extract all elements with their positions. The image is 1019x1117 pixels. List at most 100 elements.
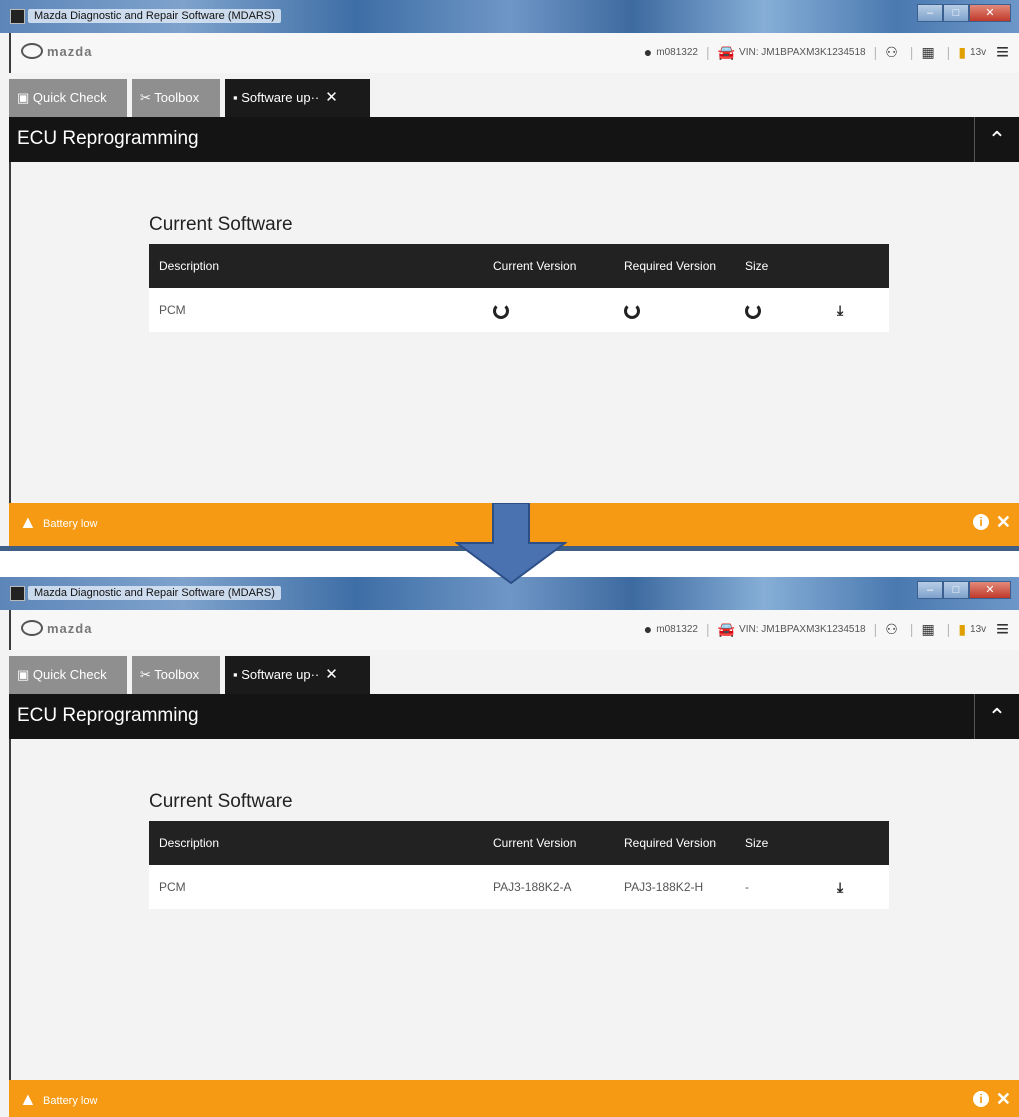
download-icon[interactable]: ⤓ (837, 865, 843, 909)
col-description: Description (159, 259, 220, 273)
screenshot-before: Mazda Diagnostic and Repair Software (MD… (0, 0, 1019, 551)
vci-icon[interactable]: ▦ (921, 44, 934, 61)
window-controls: – □ ✕ (917, 581, 1011, 599)
table-header: Description Current Version Required Ver… (149, 244, 889, 288)
connection-icon[interactable]: ⚇ (885, 44, 898, 61)
table-row: PCM PAJ3-188K2-A PAJ3-188K2-H - ⤓ (149, 865, 889, 909)
vin-text: VIN: JM1BPAXM3K1234518 (739, 46, 866, 58)
screenshot-after: Mazda Diagnostic and Repair Software (MD… (0, 577, 1019, 1117)
info-icon[interactable]: i (973, 514, 989, 530)
logo-text: mazda (47, 43, 93, 59)
voltage-text: 13v (970, 623, 987, 635)
main-content: Current Software Description Current Ver… (9, 739, 1019, 1080)
tab-label: Software up·· (241, 667, 320, 682)
hamburger-icon[interactable]: ≡ (996, 41, 1009, 63)
tab-bar: ▣ Quick Check ✂ Toolbox ▪ Software up·· ✕ (9, 650, 1019, 694)
row-required-version: PAJ3-188K2-H (624, 880, 704, 894)
window-titlebar: Mazda Diagnostic and Repair Software (MD… (0, 0, 1019, 33)
tab-label: Toolbox (154, 667, 200, 682)
col-size: Size (745, 259, 769, 273)
battery-icon: ▮ (958, 43, 967, 60)
maximize-button[interactable]: □ (943, 581, 969, 599)
divider: | (909, 44, 914, 60)
main-content: Current Software Description Current Ver… (9, 162, 1019, 503)
col-description: Description (159, 836, 220, 850)
page-title: ECU Reprogramming (17, 128, 199, 149)
divider: | (909, 621, 914, 637)
vci-icon[interactable]: ▦ (921, 621, 934, 638)
window-title: Mazda Diagnostic and Repair Software (MD… (28, 9, 281, 23)
tab-label: Toolbox (154, 90, 200, 105)
tab-software-update[interactable]: ▪ Software up·· ✕ (225, 656, 370, 694)
section-header: ECU Reprogramming ⌃ (9, 694, 1019, 739)
vin-text: VIN: JM1BPAXM3K1234518 (739, 623, 866, 635)
connection-icon[interactable]: ⚇ (885, 621, 898, 638)
app-icon (10, 9, 25, 24)
software-table: Description Current Version Required Ver… (149, 821, 889, 909)
download-icon[interactable]: ⤓ (837, 288, 843, 332)
divider: | (946, 621, 951, 637)
close-window-button[interactable]: ✕ (969, 4, 1011, 22)
tab-quick-check[interactable]: ▣ Quick Check (9, 656, 127, 694)
divider: | (705, 621, 710, 637)
col-required-version: Required Version (624, 259, 717, 273)
software-table: Description Current Version Required Ver… (149, 244, 889, 332)
table-row: PCM ⤓ (149, 288, 889, 332)
row-description: PCM (159, 880, 186, 894)
row-current-version: PAJ3-188K2-A (493, 880, 572, 894)
warning-icon: ▲ (19, 1089, 37, 1109)
tab-bar: ▣ Quick Check ✂ Toolbox ▪ Software up·· ✕ (9, 73, 1019, 117)
car-icon: 🚘 (717, 43, 736, 60)
col-size: Size (745, 836, 769, 850)
divider: | (873, 621, 878, 637)
col-current-version: Current Version (493, 259, 577, 273)
header-status: ● m081322 | 🚘 VIN: JM1BPAXM3K1234518 | ⚇… (644, 41, 1009, 63)
dismiss-icon[interactable]: ✕ (996, 1089, 1011, 1110)
tab-quick-check[interactable]: ▣ Quick Check (9, 79, 127, 117)
mazda-emblem-icon (21, 43, 43, 59)
table-header: Description Current Version Required Ver… (149, 821, 889, 865)
hamburger-icon[interactable]: ≡ (996, 618, 1009, 640)
user-id: m081322 (656, 46, 698, 58)
divider: | (873, 44, 878, 60)
info-icon[interactable]: i (973, 1091, 989, 1107)
section-header: ECU Reprogramming ⌃ (9, 117, 1019, 162)
current-software-title: Current Software (149, 791, 293, 812)
tab-toolbox[interactable]: ✂ Toolbox (132, 79, 220, 117)
divider: | (946, 44, 951, 60)
collapse-chevron-icon[interactable]: ⌃ (974, 117, 1019, 162)
window-controls: – □ ✕ (917, 4, 1011, 22)
tab-software-update[interactable]: ▪ Software up·· ✕ (225, 79, 370, 117)
divider: | (705, 44, 710, 60)
loading-spinner-icon (624, 288, 640, 332)
voltage-text: 13v (970, 46, 987, 58)
app-header: mazda ● m081322 | 🚘 VIN: JM1BPAXM3K12345… (9, 610, 1019, 650)
header-status: ● m081322 | 🚘 VIN: JM1BPAXM3K1234518 | ⚇… (643, 618, 1009, 640)
loading-spinner-icon (745, 288, 761, 332)
user-icon: ● (643, 621, 653, 637)
dismiss-icon[interactable]: ✕ (996, 512, 1011, 533)
minimize-button[interactable]: – (917, 581, 943, 599)
status-message: Battery low (43, 518, 98, 530)
car-icon: 🚘 (717, 620, 736, 637)
row-size: - (745, 880, 749, 894)
mazda-logo: mazda (21, 620, 92, 636)
logo-text: mazda (47, 620, 93, 636)
maximize-button[interactable]: □ (943, 4, 969, 22)
tab-toolbox[interactable]: ✂ Toolbox (132, 656, 220, 694)
tab-label: Quick Check (32, 667, 107, 682)
close-tab-icon[interactable]: ✕ (325, 666, 338, 683)
page-title: ECU Reprogramming (17, 705, 199, 726)
minimize-button[interactable]: – (917, 4, 943, 22)
battery-icon: ▮ (958, 620, 967, 637)
close-tab-icon[interactable]: ✕ (325, 89, 338, 106)
current-software-title: Current Software (149, 214, 293, 235)
close-window-button[interactable]: ✕ (969, 581, 1011, 599)
user-id: m081322 (656, 623, 698, 635)
loading-spinner-icon (493, 288, 509, 332)
tab-label: Quick Check (32, 90, 107, 105)
tab-label: Software up·· (241, 90, 320, 105)
col-required-version: Required Version (624, 836, 717, 850)
collapse-chevron-icon[interactable]: ⌃ (974, 694, 1019, 739)
status-message: Battery low (43, 1095, 98, 1107)
